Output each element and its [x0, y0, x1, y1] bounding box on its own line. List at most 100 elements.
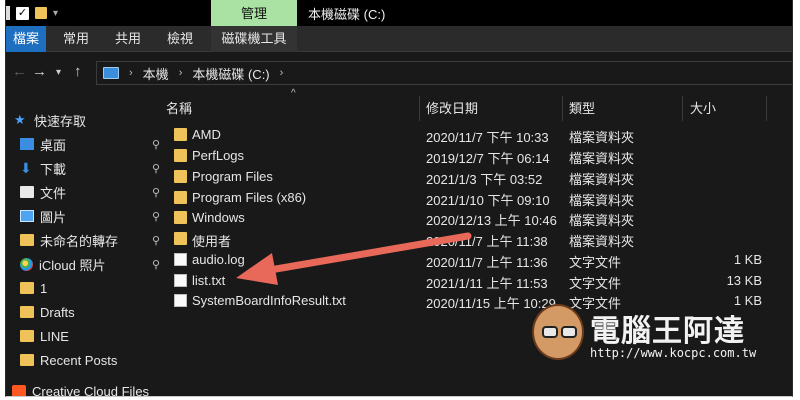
ribbon-tabs: 檔案 常用 共用 檢視 磁碟機工具 — [6, 26, 792, 52]
folder-icon — [174, 211, 187, 224]
text-file-icon — [174, 274, 187, 287]
watermark: 電腦王阿達 http://www.kocpc.com.tw — [532, 300, 772, 370]
tab-home[interactable]: 常用 — [58, 26, 94, 52]
column-header-date-modified[interactable]: 修改日期 — [426, 96, 478, 121]
file-type: 檔案資料夾 — [569, 213, 635, 228]
tab-share[interactable]: 共用 — [110, 26, 146, 52]
nav-item-drafts[interactable]: Drafts — [20, 302, 166, 322]
folder-icon — [20, 306, 34, 318]
column-divider[interactable] — [562, 96, 563, 121]
tab-file[interactable]: 檔案 — [6, 26, 46, 52]
folder-icon — [20, 330, 34, 342]
recent-locations-chevron-icon[interactable]: ▾ — [56, 67, 61, 78]
file-date: 2020/11/7 上午 11:38 — [426, 234, 548, 249]
folder-icon — [174, 170, 187, 183]
manage-context-tab[interactable]: 管理 — [211, 0, 297, 26]
nav-item-label: 桌面 — [40, 137, 67, 153]
file-name: audio.log — [192, 252, 245, 267]
nav-item-label: iCloud 照片 — [39, 257, 106, 273]
file-name: Windows — [192, 210, 245, 225]
nav-item-label: 文件 — [40, 185, 67, 201]
breadcrumb-chevron-icon[interactable]: › — [179, 67, 183, 79]
nav-item-pictures[interactable]: 圖片 ⚲ — [20, 206, 166, 226]
folder-icon — [174, 149, 187, 162]
text-file-icon — [174, 253, 187, 266]
nav-item-line[interactable]: LINE — [20, 326, 166, 346]
properties-check-icon[interactable]: ✓ — [16, 6, 29, 20]
file-row[interactable]: PerfLogs 2019/12/7 下午 06:14 檔案資料夾 — [156, 146, 792, 166]
column-header-type[interactable]: 類型 — [569, 96, 595, 121]
document-icon — [20, 186, 34, 198]
save-icon[interactable] — [6, 6, 10, 20]
column-divider[interactable] — [682, 96, 683, 121]
nav-item-quick-access[interactable]: ★ 快速存取 — [14, 110, 160, 130]
file-row[interactable]: AMD 2020/11/7 下午 10:33 檔案資料夾 — [156, 125, 792, 145]
address-bar[interactable]: › 本機 › 本機磁碟 (C:) › — [96, 61, 792, 85]
nav-item-unnamed-export[interactable]: 未命名的轉存 ⚲ — [20, 230, 166, 250]
folder-icon — [20, 282, 34, 294]
file-row[interactable]: Program Files 2021/1/3 下午 03:52 檔案資料夾 — [156, 167, 792, 187]
customize-toolbar-chevron-icon[interactable]: ▾ — [53, 8, 58, 19]
file-size: 13 KB — [726, 273, 762, 288]
file-date: 2020/12/13 上午 10:46 — [426, 213, 557, 228]
folder-icon — [20, 354, 34, 366]
file-type: 檔案資料夾 — [569, 193, 635, 208]
nav-item-label: Recent Posts — [40, 352, 118, 368]
up-arrow-icon[interactable]: ↑ — [74, 63, 82, 80]
back-arrow-icon[interactable]: ← — [12, 63, 27, 80]
quick-access-toolbar: ✓ ▾ — [6, 4, 58, 22]
file-type: 檔案資料夾 — [569, 234, 635, 249]
column-divider[interactable] — [419, 96, 420, 121]
file-row[interactable]: Program Files (x86) 2021/1/10 下午 09:10 檔… — [156, 188, 792, 208]
nav-item-recent-posts[interactable]: Recent Posts — [20, 350, 166, 370]
file-type: 檔案資料夾 — [569, 172, 635, 187]
file-date: 2021/1/11 上午 11:53 — [426, 276, 548, 291]
file-name: AMD — [192, 127, 221, 142]
file-type: 文字文件 — [569, 276, 622, 291]
file-row[interactable]: list.txt 2021/1/11 上午 11:53 文字文件 13 KB — [156, 271, 792, 291]
tab-drive-tools[interactable]: 磁碟機工具 — [211, 26, 297, 52]
picture-icon — [20, 210, 34, 222]
nav-item-label: 快速存取 — [34, 113, 87, 129]
file-size: 1 KB — [733, 252, 762, 267]
file-row[interactable]: 使用者 2020/11/7 上午 11:38 檔案資料夾 — [156, 229, 792, 249]
file-type: 檔案資料夾 — [569, 130, 635, 145]
breadcrumb-this-pc[interactable]: 本機 — [143, 64, 169, 83]
column-header-size[interactable]: 大小 — [690, 96, 716, 121]
new-folder-icon[interactable] — [35, 7, 47, 19]
navigation-pane: ★ 快速存取 桌面 ⚲ ⬇ 下載 ⚲ 文件 ⚲ 圖片 ⚲ 未命名的轉存 ⚲ iC… — [6, 96, 160, 396]
file-type: 檔案資料夾 — [569, 151, 635, 166]
file-date: 2020/11/7 上午 11:36 — [426, 255, 548, 270]
nav-item-1[interactable]: 1 — [20, 278, 166, 298]
file-row[interactable]: Windows 2020/12/13 上午 10:46 檔案資料夾 — [156, 208, 792, 228]
icloud-photos-icon — [20, 257, 33, 271]
navigation-bar: ← → ▾ ↑ › 本機 › 本機磁碟 (C:) › — [6, 53, 792, 91]
nav-item-documents[interactable]: 文件 ⚲ — [20, 182, 166, 202]
breadcrumb-chevron-icon[interactable]: › — [280, 67, 284, 79]
nav-item-label: 1 — [40, 280, 48, 296]
column-divider[interactable] — [766, 96, 767, 121]
file-date: 2020/11/7 下午 10:33 — [426, 130, 549, 145]
nav-item-icloud-photos[interactable]: iCloud 照片 ⚲ — [20, 254, 166, 274]
tab-view[interactable]: 檢視 — [162, 26, 198, 52]
nav-item-desktop[interactable]: 桌面 ⚲ — [20, 134, 166, 154]
watermark-url: http://www.kocpc.com.tw — [590, 346, 757, 360]
mascot-face-icon — [532, 304, 584, 360]
nav-item-downloads[interactable]: ⬇ 下載 ⚲ — [20, 158, 166, 178]
nav-item-creative-cloud-files[interactable]: Creative Cloud Files — [12, 381, 158, 396]
file-row[interactable]: audio.log 2020/11/7 上午 11:36 文字文件 1 KB — [156, 250, 792, 270]
download-arrow-icon: ⬇ — [20, 160, 32, 176]
file-name: PerfLogs — [192, 148, 245, 163]
nav-item-label: 圖片 — [40, 209, 67, 225]
forward-arrow-icon[interactable]: → — [32, 63, 47, 80]
file-name: list.txt — [192, 273, 226, 288]
this-pc-icon — [103, 67, 119, 79]
star-icon: ★ — [14, 112, 26, 127]
file-date: 2021/1/3 下午 03:52 — [426, 172, 543, 187]
folder-icon — [174, 232, 187, 245]
breadcrumb-chevron-icon[interactable]: › — [129, 67, 133, 79]
text-file-icon — [174, 294, 187, 307]
column-header-name[interactable]: 名稱 — [166, 96, 192, 121]
breadcrumb-local-disk[interactable]: 本機磁碟 (C:) — [192, 64, 269, 83]
file-name: 使用者 — [192, 234, 232, 249]
